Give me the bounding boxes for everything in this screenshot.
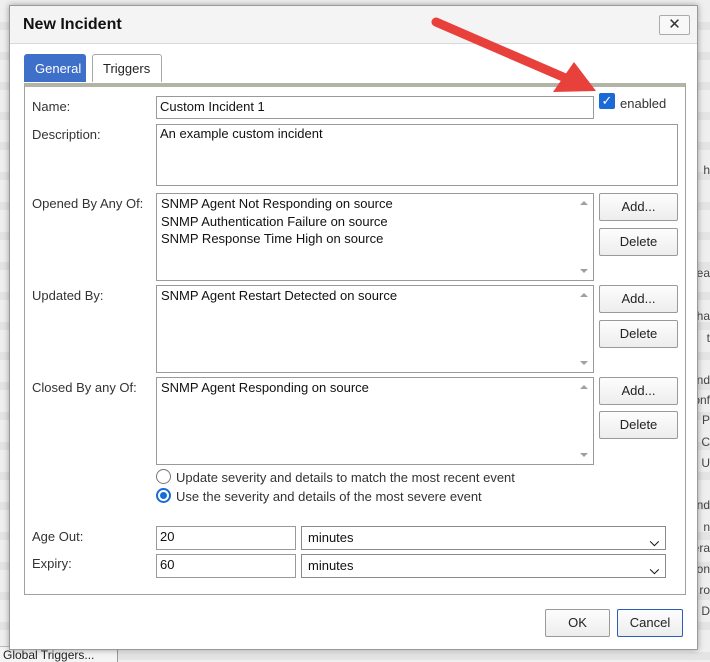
new-incident-dialog: New Incident ✕ General Triggers Name: Cu…: [9, 5, 698, 650]
bg-text-snippet: D: [701, 604, 710, 618]
bg-text-snippet: on: [696, 562, 710, 576]
enabled-label: enabled: [620, 96, 667, 111]
name-field[interactable]: Custom Incident 1: [156, 96, 594, 119]
bg-text-snippet: P: [701, 413, 710, 427]
expiry-field[interactable]: 60: [156, 554, 296, 578]
bg-text-snippet: ea: [696, 266, 710, 280]
expiry-unit-value: minutes: [308, 558, 354, 573]
dialog-titlebar: New Incident ✕: [10, 6, 697, 44]
list-item[interactable]: SNMP Agent Responding on source: [161, 379, 589, 397]
list-scrollbar[interactable]: [576, 194, 593, 280]
list-item[interactable]: SNMP Agent Not Responding on source: [161, 195, 589, 213]
tab-general[interactable]: General: [24, 54, 86, 82]
chevron-down-icon: ⌵: [649, 563, 659, 577]
dialog-title: New Incident: [23, 16, 122, 33]
radio-most-severe-event[interactable]: [156, 488, 171, 503]
closed-by-add-button[interactable]: Add...: [599, 377, 678, 405]
updated-by-delete-button[interactable]: Delete: [599, 320, 678, 348]
opened-by-delete-button[interactable]: Delete: [599, 228, 678, 256]
bg-text-snippet: ro: [699, 583, 710, 597]
radio-recent-event[interactable]: [156, 469, 171, 484]
chevron-down-icon: ⌵: [649, 535, 659, 549]
scroll-up-icon[interactable]: [580, 293, 588, 297]
list-scrollbar[interactable]: [576, 286, 593, 372]
scroll-down-icon[interactable]: [580, 361, 588, 365]
list-scrollbar[interactable]: [576, 378, 593, 464]
description-label: Description:: [32, 127, 101, 142]
updated-by-add-button[interactable]: Add...: [599, 285, 678, 313]
opened-by-add-button[interactable]: Add...: [599, 193, 678, 221]
bg-text-snippet: t: [706, 331, 710, 345]
age-out-label: Age Out:: [32, 529, 84, 544]
updated-by-list[interactable]: SNMP Agent Restart Detected on source: [156, 285, 594, 373]
closed-by-label: Closed By any Of:: [32, 380, 137, 395]
bg-text-snippet: nd: [696, 498, 710, 512]
close-icon: ✕: [668, 16, 681, 33]
cancel-button[interactable]: Cancel: [617, 609, 683, 637]
radio-most-severe-event-label: Use the severity and details of the most…: [176, 489, 482, 504]
scroll-down-icon[interactable]: [580, 269, 588, 273]
list-item[interactable]: SNMP Agent Restart Detected on source: [161, 287, 589, 305]
expiry-label: Expiry:: [32, 556, 72, 571]
tab-triggers[interactable]: Triggers: [92, 54, 162, 82]
bg-text-snippet: n: [703, 520, 710, 534]
enabled-checkbox[interactable]: ✓: [599, 93, 615, 109]
expiry-unit-select[interactable]: minutes ⌵: [301, 554, 666, 578]
opened-by-list[interactable]: SNMP Agent Not Responding on source SNMP…: [156, 193, 594, 281]
bg-text-snippet: h: [703, 163, 710, 177]
opened-by-label: Opened By Any Of:: [32, 196, 144, 211]
age-out-field[interactable]: 20: [156, 526, 296, 550]
scroll-up-icon[interactable]: [580, 385, 588, 389]
age-out-unit-select[interactable]: minutes ⌵: [301, 526, 666, 550]
closed-by-list[interactable]: SNMP Agent Responding on source: [156, 377, 594, 465]
closed-by-delete-button[interactable]: Delete: [599, 411, 678, 439]
close-button[interactable]: ✕: [659, 15, 690, 35]
scroll-up-icon[interactable]: [580, 201, 588, 205]
updated-by-label: Updated By:: [32, 288, 104, 303]
bg-text-snippet: ha: [696, 309, 710, 323]
list-item[interactable]: SNMP Response Time High on source: [161, 230, 589, 248]
age-out-unit-value: minutes: [308, 530, 354, 545]
general-panel: Name: Custom Incident 1 ✓ enabled Descri…: [24, 83, 686, 595]
ok-button[interactable]: OK: [545, 609, 610, 637]
scroll-down-icon[interactable]: [580, 453, 588, 457]
name-label: Name:: [32, 99, 71, 114]
radio-recent-event-label: Update severity and details to match the…: [176, 470, 515, 485]
list-item[interactable]: SNMP Authentication Failure on source: [161, 213, 589, 231]
description-field[interactable]: An example custom incident: [156, 124, 678, 186]
